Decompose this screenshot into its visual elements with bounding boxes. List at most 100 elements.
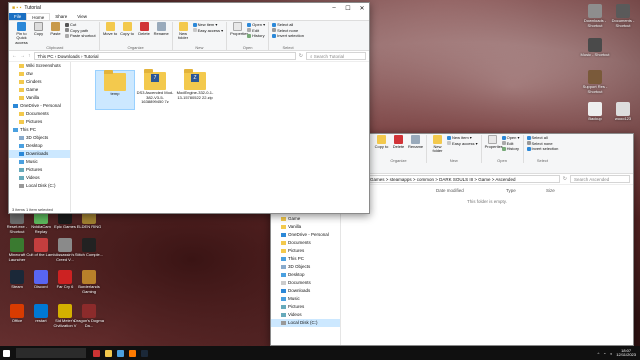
desktop-icon[interactable]: Documents - Shortcut	[608, 4, 638, 34]
history-button[interactable]: History	[501, 146, 520, 152]
nav-item[interactable]: Documents	[9, 110, 70, 118]
file-item[interactable]: 7 DS3 Ascended Mod-382-V3-5-1638899450 7…	[135, 69, 175, 105]
nav-item[interactable]: Desktop	[271, 271, 340, 279]
nav-item[interactable]: Videos	[271, 311, 340, 319]
nav-item[interactable]: Documents	[271, 239, 340, 247]
delete-button[interactable]: Delete	[137, 22, 152, 36]
refresh-icon[interactable]: ↻	[563, 176, 567, 182]
delete-button[interactable]: Delete	[391, 135, 406, 149]
file-list[interactable]: temp 7 DS3 Ascended Mod-382-V3-5-1638899…	[71, 62, 369, 212]
breadcrumb-item[interactable]: This PC	[38, 54, 54, 59]
explorer-window-front[interactable]: ■ ▪ ▪ Tutorial – ☐ ✕ File Home Share Vie…	[8, 2, 370, 214]
nav-item[interactable]: This PC	[9, 126, 70, 134]
tab-file[interactable]: File	[9, 13, 27, 20]
rename-button[interactable]: Rename	[154, 22, 169, 36]
history-button[interactable]: History	[247, 33, 265, 39]
nav-item[interactable]: Cinders	[9, 78, 70, 86]
file-item[interactable]: temp	[95, 70, 135, 110]
nav-item[interactable]: 3D Objects	[271, 263, 340, 271]
nav-item[interactable]: ctw	[9, 70, 70, 78]
file-item[interactable]: Z ModEngine-332-0-1-13-15780522 22.zip	[175, 69, 215, 100]
easy-access-button[interactable]: Easy access ▾	[447, 141, 478, 147]
column-header[interactable]: Type	[506, 188, 546, 193]
desktop-icon[interactable]: Support Res - Shortcut	[580, 70, 610, 100]
tab-share[interactable]: Share	[50, 13, 72, 20]
tab-home[interactable]: Home	[26, 13, 51, 20]
easy-access-button[interactable]: Easy access ▾	[192, 28, 223, 34]
rename-button[interactable]: Rename	[408, 135, 423, 149]
clock[interactable]: 18:07 12/11/2023	[616, 348, 636, 358]
copy-to-button[interactable]: Copy to	[120, 22, 135, 36]
nav-item[interactable]: OneDrive - Personal	[271, 231, 340, 239]
forward-arrow-icon[interactable]: →	[20, 53, 25, 59]
desktop-icon[interactable]: Backup	[580, 102, 610, 132]
network-icon[interactable]: ◔	[603, 351, 605, 356]
start-button[interactable]	[0, 346, 12, 360]
volume-icon[interactable]: ◖	[610, 351, 612, 356]
taskbar-app[interactable]	[138, 346, 150, 360]
copy-to-button[interactable]: Copy to	[374, 135, 389, 149]
taskbar-search[interactable]	[16, 348, 86, 358]
chevron-up-icon[interactable]: ^	[598, 351, 600, 356]
desktop-icon[interactable]: Music - Shortcut	[580, 38, 610, 68]
invert-selection-button[interactable]: Invert selection	[526, 146, 558, 152]
address-path[interactable]: Games > steamapps > common > DARK SOULS …	[366, 175, 560, 183]
nav-item[interactable]: Vanilla	[9, 94, 70, 102]
nav-item[interactable]: Downloads	[271, 287, 340, 295]
desktop-icon[interactable]: Stitch Comple...	[74, 238, 104, 268]
move-to-button[interactable]: Move to	[103, 22, 118, 36]
nav-item[interactable]: Pictures	[271, 247, 340, 255]
nav-item[interactable]: Music	[9, 158, 70, 166]
desktop-icon[interactable]: Borderlands Gaming	[74, 270, 104, 300]
nav-item[interactable]: Game	[271, 215, 340, 223]
nav-item[interactable]: Pictures	[9, 166, 70, 174]
taskbar-app[interactable]	[114, 346, 126, 360]
nav-item[interactable]: Downloads	[9, 150, 70, 158]
copy-button[interactable]: Copy	[31, 22, 46, 36]
maximize-icon[interactable]: ☐	[341, 5, 355, 12]
desktop-icon[interactable]: Dragon's Dogma Da...	[74, 304, 104, 334]
close-icon[interactable]: ✕	[355, 5, 369, 12]
up-arrow-icon[interactable]: ↑	[28, 53, 31, 59]
nav-item[interactable]: Documents	[271, 279, 340, 287]
nav-item[interactable]: Game	[9, 86, 70, 94]
taskbar-app[interactable]	[102, 346, 114, 360]
tab-view[interactable]: View	[72, 13, 92, 20]
nav-item[interactable]: Videos	[9, 174, 70, 182]
taskbar-app[interactable]	[126, 346, 138, 360]
address-path[interactable]: This PC › Downloads › Tutorial	[33, 52, 296, 60]
nav-item[interactable]: Local Disk (C:)	[9, 182, 70, 190]
desktop-icon[interactable]: Downloads - Shortcut	[580, 4, 610, 34]
breadcrumb-item[interactable]: Downloads	[58, 54, 80, 59]
column-header[interactable]: Size	[546, 188, 555, 193]
nav-item[interactable]: This PC	[271, 255, 340, 263]
paste-shortcut-button[interactable]: Paste shortcut	[65, 33, 96, 39]
nav-item[interactable]: Vanilla	[271, 223, 340, 231]
desktop-icon[interactable]: wooo123	[608, 102, 638, 132]
nav-item[interactable]: 3D Objects	[9, 134, 70, 142]
nav-item[interactable]: Music	[271, 295, 340, 303]
nav-item[interactable]: Pictures	[9, 118, 70, 126]
new-folder-button[interactable]: New folder	[430, 135, 445, 154]
file-list[interactable]: Date modified Type Size This folder is e…	[341, 185, 633, 345]
new-folder-button[interactable]: New folder	[176, 22, 191, 41]
pin-quick-access-button[interactable]: Pin to Quick access	[14, 22, 29, 45]
search-input[interactable]: ⌕ Search Tutorial	[306, 52, 366, 60]
search-input[interactable]: Search Ascended	[570, 175, 630, 183]
back-arrow-icon[interactable]: ←	[12, 53, 17, 59]
nav-item[interactable]: Wiki Screenshots	[9, 62, 70, 70]
taskbar-app[interactable]	[90, 346, 102, 360]
nav-item[interactable]: OneDrive - Personal	[9, 102, 70, 110]
paste-button[interactable]: Paste	[48, 22, 63, 36]
nav-item[interactable]: Pictures	[271, 303, 340, 311]
nav-item[interactable]: Local Disk (C:)	[271, 319, 340, 327]
column-header[interactable]: Date modified	[436, 188, 506, 193]
nav-item[interactable]: Desktop	[9, 142, 70, 150]
breadcrumb-item[interactable]: Tutorial	[84, 54, 99, 59]
minimize-icon[interactable]: –	[327, 5, 341, 11]
refresh-icon[interactable]: ↻	[299, 53, 303, 59]
properties-button[interactable]: Properties	[485, 135, 503, 149]
invert-selection-button[interactable]: Invert selection	[272, 33, 304, 39]
desktop-icon[interactable]: ELDEN RING	[74, 210, 104, 240]
properties-button[interactable]: Properties	[230, 22, 248, 36]
